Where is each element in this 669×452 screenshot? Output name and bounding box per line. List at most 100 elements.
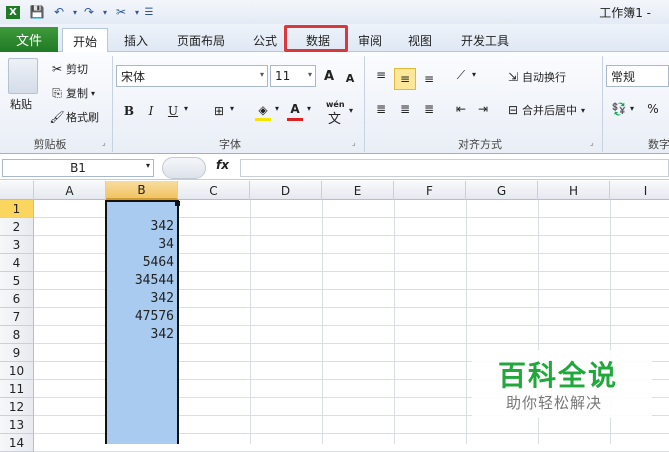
font-color-dropdown-icon[interactable]: ▾ bbox=[307, 104, 311, 113]
font-size-select[interactable]: 11 ▾ bbox=[270, 65, 316, 87]
name-box[interactable]: B1 bbox=[2, 159, 154, 177]
formula-input[interactable] bbox=[240, 159, 669, 177]
cut-button[interactable]: ✂ 剪切 bbox=[48, 60, 88, 78]
paste-button[interactable]: 粘贴 bbox=[10, 96, 32, 112]
row-header[interactable]: 9 bbox=[0, 344, 34, 362]
shrink-font-icon[interactable]: A bbox=[341, 69, 359, 87]
font-name-value: 宋体 bbox=[121, 69, 146, 84]
grow-font-icon[interactable]: A bbox=[320, 67, 338, 85]
bold-button[interactable]: B bbox=[120, 102, 138, 120]
column-header-a[interactable]: A bbox=[34, 181, 106, 200]
insert-function-icon[interactable]: fx bbox=[216, 158, 229, 172]
column-header-g[interactable]: G bbox=[466, 181, 538, 200]
row-header[interactable]: 12 bbox=[0, 398, 34, 416]
tab-insert[interactable]: 插入 bbox=[114, 28, 158, 52]
align-center-icon[interactable]: ≣ bbox=[396, 100, 414, 118]
column-header-d[interactable]: D bbox=[250, 181, 322, 200]
currency-dropdown-icon[interactable]: ▾ bbox=[630, 104, 634, 113]
brush-icon: 🖌 bbox=[49, 110, 65, 124]
column-header-i[interactable]: I bbox=[610, 181, 669, 200]
column-header-b[interactable]: B bbox=[106, 181, 178, 200]
fill-handle[interactable] bbox=[175, 201, 180, 206]
column-header-h[interactable]: H bbox=[538, 181, 610, 200]
row-header[interactable]: 10 bbox=[0, 362, 34, 380]
copy-label: 复制 bbox=[66, 87, 88, 100]
underline-dropdown-icon[interactable]: ▾ bbox=[184, 104, 188, 113]
currency-icon[interactable]: 💱 bbox=[610, 100, 628, 118]
decrease-indent-icon[interactable]: ⇤ bbox=[452, 100, 470, 118]
orientation-dropdown-icon[interactable]: ▾ bbox=[472, 70, 476, 79]
phonetic-dropdown-icon[interactable]: ▾ bbox=[349, 106, 353, 115]
wrap-text-button[interactable]: ⇲ 自动换行 bbox=[504, 68, 566, 86]
fill-color-icon[interactable]: ◈ bbox=[254, 101, 272, 119]
row-header[interactable]: 4 bbox=[0, 254, 34, 272]
group-separator bbox=[364, 56, 365, 152]
grid-line bbox=[250, 200, 251, 444]
border-icon[interactable]: ⊞ bbox=[210, 102, 228, 120]
tab-home[interactable]: 开始 bbox=[62, 28, 108, 53]
data-tab-highlight-box bbox=[284, 25, 348, 52]
tab-formulas[interactable]: 公式 bbox=[244, 28, 286, 52]
orientation-icon[interactable]: ⟋ bbox=[452, 66, 470, 84]
paste-icon[interactable] bbox=[8, 58, 38, 94]
alignment-launcher-icon[interactable]: ⌟ bbox=[590, 138, 594, 147]
tab-page-layout[interactable]: 页面布局 bbox=[166, 28, 236, 52]
number-format-select[interactable]: 常规 bbox=[606, 65, 669, 87]
select-all-corner[interactable] bbox=[0, 181, 34, 200]
increase-indent-icon[interactable]: ⇥ bbox=[474, 100, 492, 118]
column-header-f[interactable]: F bbox=[394, 181, 466, 200]
cut-label: 剪切 bbox=[66, 63, 88, 76]
fill-color-dropdown-icon[interactable]: ▾ bbox=[275, 104, 279, 113]
customize-qat-icon[interactable]: ☰ bbox=[140, 3, 158, 21]
row-header[interactable]: 7 bbox=[0, 308, 34, 326]
row-header[interactable]: 3 bbox=[0, 236, 34, 254]
clipboard-launcher-icon[interactable]: ⌟ bbox=[102, 138, 106, 147]
font-name-select[interactable]: 宋体 ▾ bbox=[116, 65, 268, 87]
align-top-icon[interactable]: ≡ bbox=[372, 66, 390, 84]
name-box-dropdown-icon[interactable]: ▾ bbox=[146, 161, 150, 170]
border-dropdown-icon[interactable]: ▾ bbox=[230, 104, 234, 113]
font-group-label: 字体 bbox=[219, 138, 241, 151]
format-painter-button[interactable]: 🖌 格式刷 bbox=[48, 108, 99, 126]
fill-color-swatch bbox=[255, 118, 271, 121]
name-box-value: B1 bbox=[70, 161, 86, 175]
align-right-icon[interactable]: ≣ bbox=[420, 100, 438, 118]
row-header[interactable]: 8 bbox=[0, 326, 34, 344]
row-header[interactable]: 14 bbox=[0, 434, 34, 452]
merge-dropdown-icon: ▾ bbox=[581, 105, 586, 115]
save-icon[interactable]: 💾 bbox=[28, 3, 46, 21]
column-header-c[interactable]: C bbox=[178, 181, 250, 200]
clipboard-group-label: 剪贴板 bbox=[33, 138, 67, 151]
excel-logo-icon: X bbox=[4, 3, 22, 21]
merge-icon: ⊟ bbox=[507, 103, 519, 117]
row-header[interactable]: 13 bbox=[0, 416, 34, 434]
align-left-icon[interactable]: ≣ bbox=[372, 100, 390, 118]
column-header-e[interactable]: E bbox=[322, 181, 394, 200]
italic-button[interactable]: I bbox=[142, 102, 160, 120]
tab-view[interactable]: 视图 bbox=[398, 28, 442, 52]
font-color-icon[interactable]: A bbox=[286, 100, 304, 118]
row-header[interactable]: 5 bbox=[0, 272, 34, 290]
percent-button[interactable]: % bbox=[644, 100, 662, 118]
font-launcher-icon[interactable]: ⌟ bbox=[352, 138, 356, 147]
align-middle-icon[interactable]: ≡ bbox=[394, 68, 416, 90]
group-separator bbox=[112, 56, 113, 152]
phonetic-char-icon[interactable]: 文 bbox=[328, 108, 341, 127]
tab-review[interactable]: 审阅 bbox=[350, 28, 390, 52]
tab-developer[interactable]: 开发工具 bbox=[452, 28, 518, 52]
row-header[interactable]: 6 bbox=[0, 290, 34, 308]
wrap-text-icon: ⇲ bbox=[507, 70, 519, 84]
copy-button[interactable]: ⎘ 复制 ▾ bbox=[48, 84, 95, 102]
merge-center-button[interactable]: ⊟ 合并后居中 ▾ bbox=[504, 101, 585, 119]
window-title: 工作簿1 - bbox=[599, 6, 651, 20]
align-bottom-icon[interactable]: ≡ bbox=[420, 70, 438, 88]
row-header[interactable]: 11 bbox=[0, 380, 34, 398]
font-name-dropdown-icon: ▾ bbox=[259, 70, 264, 79]
row-header[interactable]: 2 bbox=[0, 218, 34, 236]
row-header[interactable]: 1 bbox=[0, 200, 34, 218]
formula-expand-handle[interactable] bbox=[162, 157, 206, 179]
tab-file[interactable]: 文件 bbox=[0, 27, 58, 52]
grid-line bbox=[394, 200, 395, 444]
underline-button[interactable]: U bbox=[164, 102, 182, 120]
font-color-swatch bbox=[287, 118, 303, 121]
